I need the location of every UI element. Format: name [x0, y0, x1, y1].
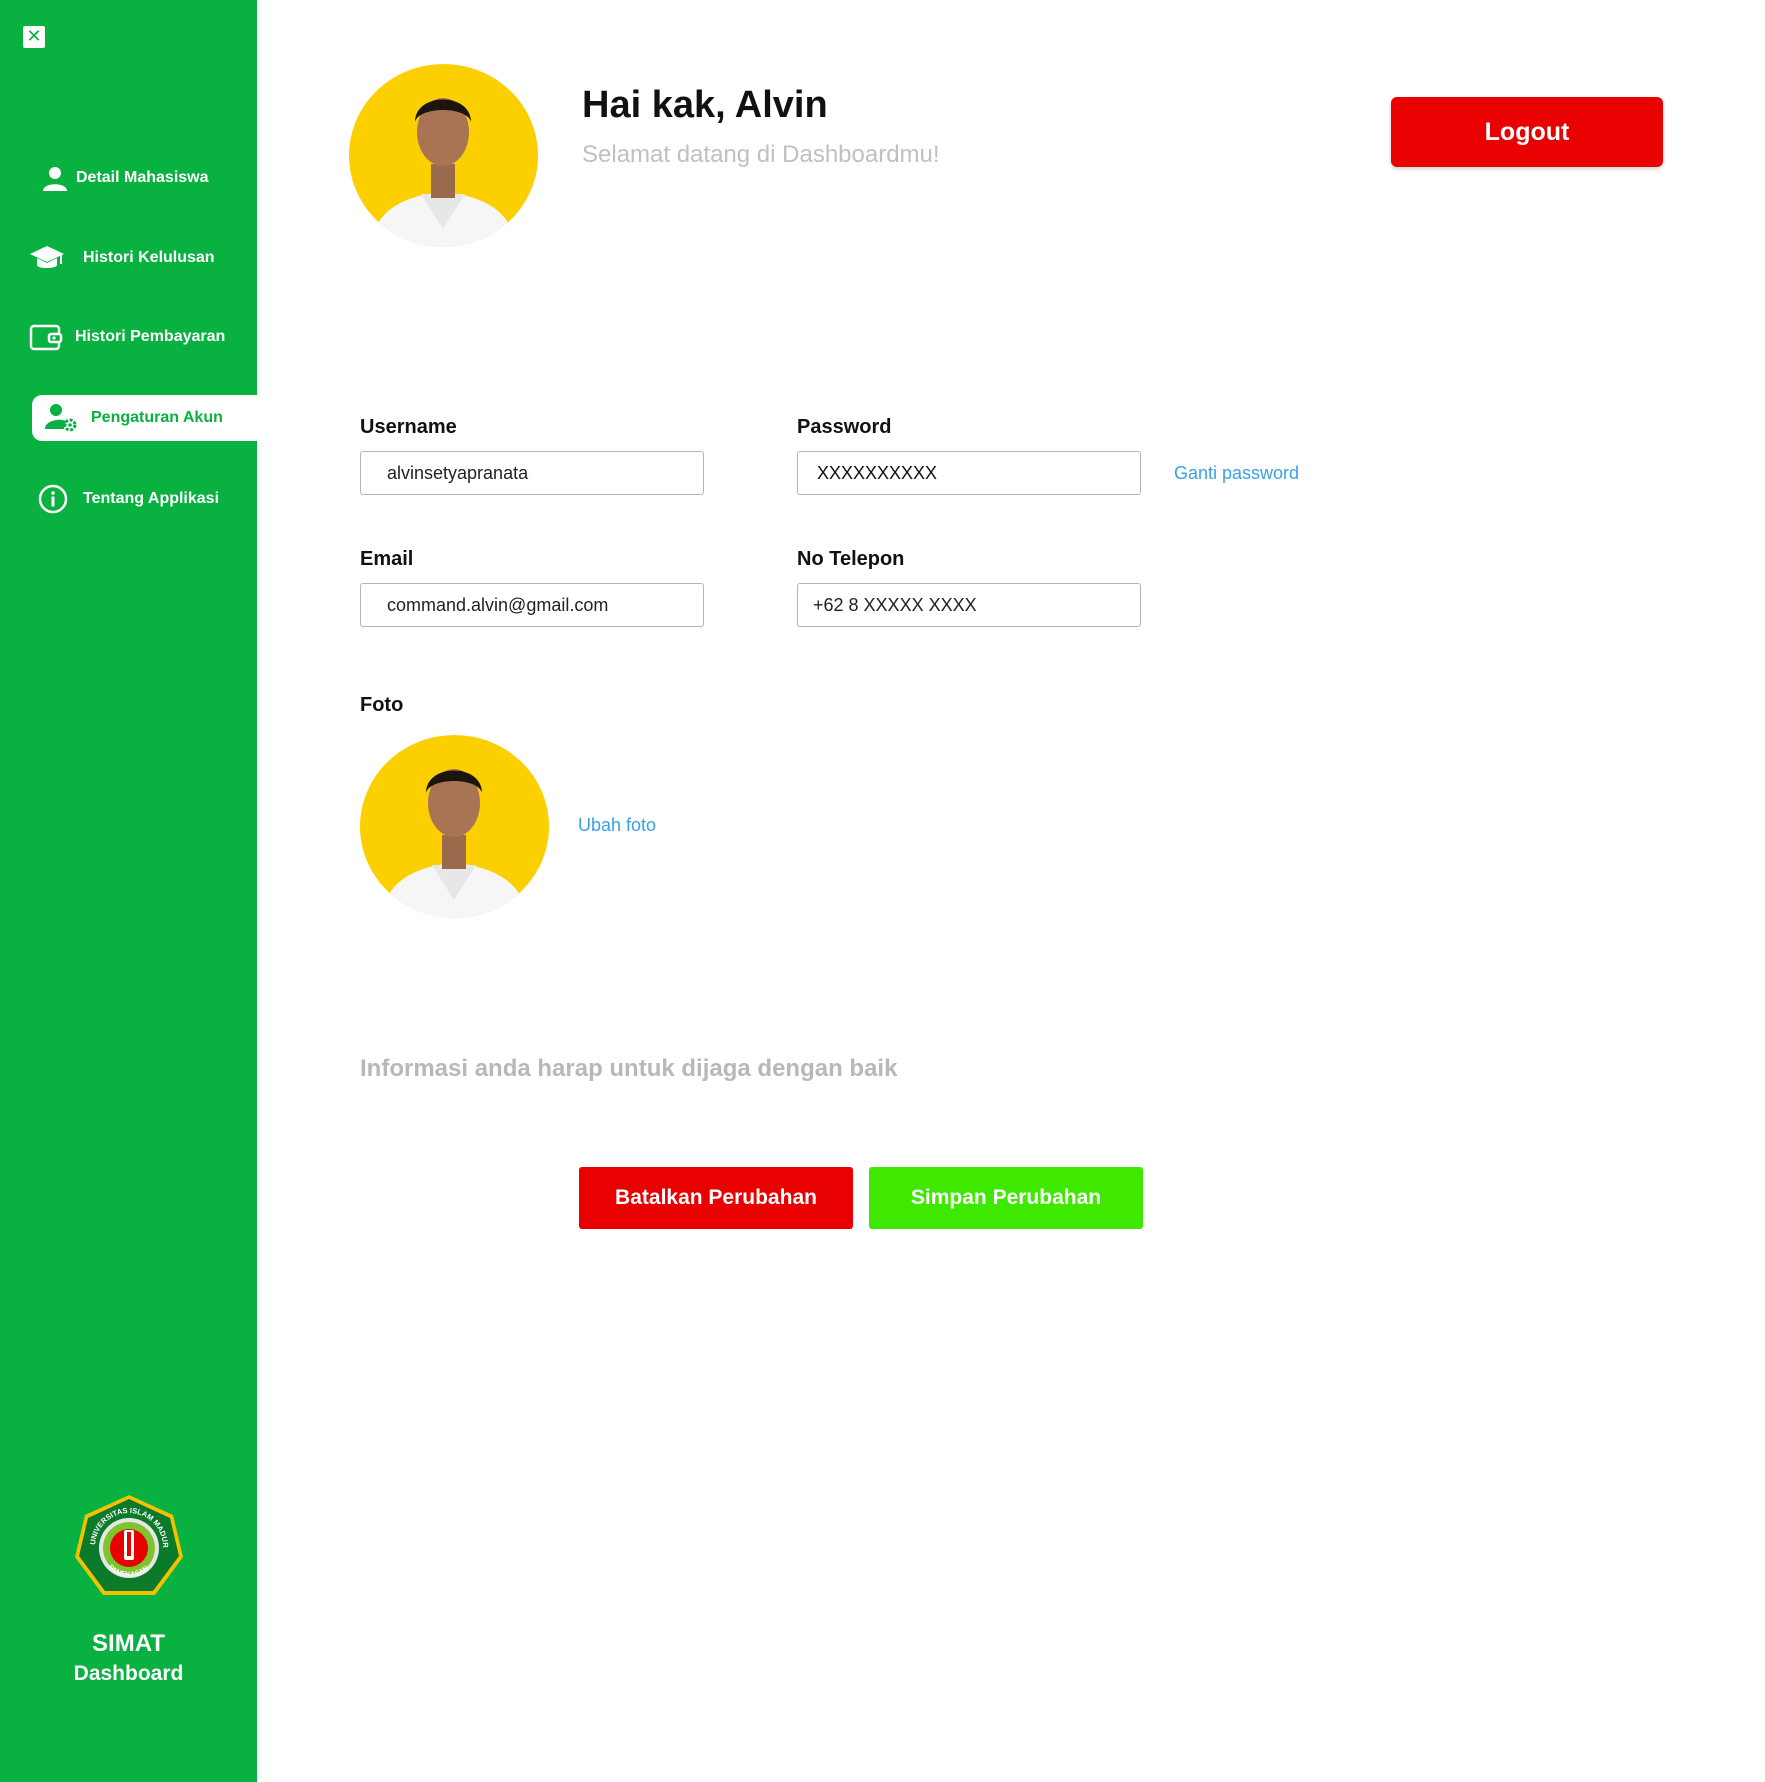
- sidebar-item-label: Tentang Applikasi: [83, 490, 220, 507]
- save-changes-button[interactable]: Simpan Perubahan: [869, 1167, 1143, 1229]
- sidebar-item-label: Histori Kelulusan: [83, 249, 215, 266]
- sidebar-item-histori-pembayaran[interactable]: Histori Pembayaran: [0, 314, 257, 360]
- sidebar-item-label: Detail Mahasiswa: [76, 169, 209, 186]
- profile-avatar: [349, 64, 538, 247]
- user-settings-icon: [45, 404, 77, 432]
- info-text: Informasi anda harap untuk dijaga dengan…: [360, 1055, 898, 1082]
- change-password-link[interactable]: Ganti password: [1174, 463, 1299, 484]
- info-icon: [38, 484, 68, 514]
- sidebar-item-pengaturan-akun[interactable]: Pengaturan Akun: [32, 395, 257, 441]
- photo-label: Foto: [360, 694, 404, 716]
- username-field[interactable]: alvinsetyapranata: [360, 451, 704, 495]
- close-icon[interactable]: ✕: [23, 26, 45, 48]
- university-logo: UNIVERSITAS ISLAM MADURA PAMEKASAN: [70, 1486, 185, 1601]
- user-icon: [41, 164, 69, 192]
- brand-title: SIMAT: [92, 1630, 165, 1657]
- phone-field[interactable]: +62 8 XXXXX XXXX: [797, 583, 1141, 627]
- phone-label: No Telepon: [797, 548, 905, 570]
- wallet-icon: [29, 323, 63, 351]
- change-photo-link[interactable]: Ubah foto: [578, 815, 656, 836]
- password-field[interactable]: XXXXXXXXXX: [797, 451, 1141, 495]
- sidebar-item-label: Pengaturan Akun: [91, 409, 223, 426]
- password-label: Password: [797, 416, 892, 438]
- email-label: Email: [360, 548, 414, 570]
- email-field[interactable]: command.alvin@gmail.com: [360, 583, 704, 627]
- logout-button[interactable]: Logout: [1391, 97, 1663, 167]
- cancel-changes-button[interactable]: Batalkan Perubahan: [579, 1167, 853, 1229]
- graduation-cap-icon: [29, 244, 65, 272]
- sidebar-item-tentang-applikasi[interactable]: Tentang Applikasi: [0, 476, 257, 522]
- username-label: Username: [360, 416, 457, 438]
- welcome-text: Selamat datang di Dashboardmu!: [582, 141, 940, 168]
- sidebar-item-label: Histori Pembayaran: [75, 328, 226, 345]
- photo-preview: [360, 735, 549, 918]
- brand-subtitle: Dashboard: [73, 1662, 184, 1685]
- greeting: Hai kak, Alvin: [582, 84, 828, 126]
- sidebar-item-detail-mahasiswa[interactable]: Detail Mahasiswa: [0, 155, 257, 201]
- sidebar: ✕ Detail Mahasiswa Histori Kelulusan His…: [0, 0, 257, 1782]
- sidebar-item-histori-kelulusan[interactable]: Histori Kelulusan: [0, 235, 257, 281]
